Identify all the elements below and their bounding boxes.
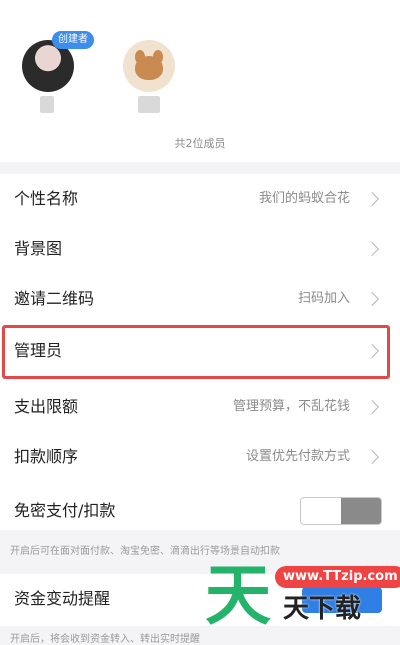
row-value: 我们的蚂蚁合花 — [258, 191, 350, 206]
row-label: 支出限额 — [14, 397, 79, 416]
members-section: 创建者 共2位成员 — [0, 0, 400, 162]
creator-badge: 创建者 — [52, 31, 94, 49]
fund-change-note: 开启后，将会收到资金转入、转出实时提醒 — [10, 634, 200, 645]
password-free-note: 开启后可在面对面付款、淘宝免密、滴滴出行等场景自动扣款 — [10, 546, 280, 557]
row-invite-qr[interactable]: 邀请二维码 扫码加入 — [0, 274, 400, 324]
watermark-text: 天下载 — [283, 594, 362, 624]
chevron-right-icon — [364, 291, 380, 307]
row-value: 扫码加入 — [297, 291, 350, 306]
row-label: 扣款顺序 — [14, 447, 79, 466]
chevron-right-icon — [364, 191, 380, 207]
row-payment-order[interactable]: 扣款顺序 设置优先付款方式 — [0, 432, 400, 482]
watermark-site: www.TTzip.com — [275, 566, 400, 588]
row-label: 资金变动提醒 — [14, 589, 111, 608]
row-value: 管理预算，不乱花钱 — [232, 399, 350, 414]
watermark-big-char: 天 — [205, 557, 271, 634]
member-avatar[interactable] — [123, 40, 175, 92]
row-label: 免密支付/扣款 — [14, 501, 116, 520]
admin-highlight-box — [2, 325, 390, 379]
row-label: 个性名称 — [14, 189, 79, 208]
row-background[interactable]: 背景图 — [0, 224, 400, 274]
toggle-knob — [341, 498, 381, 524]
row-label: 邀请二维码 — [14, 289, 95, 308]
member-name-blurred — [138, 96, 160, 113]
avatar-face-shape — [135, 56, 163, 80]
chevron-right-icon — [364, 241, 380, 257]
row-spending-limit[interactable]: 支出限额 管理预算，不乱花钱 — [0, 382, 400, 432]
chevron-right-icon — [364, 449, 380, 465]
site-watermark: 天 www.TTzip.com 天下载 — [205, 556, 400, 644]
row-label: 背景图 — [14, 239, 63, 258]
member-count: 共2位成员 — [174, 137, 226, 150]
chevron-right-icon — [364, 399, 380, 415]
row-value: 设置优先付款方式 — [245, 449, 350, 464]
creator-name-blurred — [40, 96, 54, 113]
row-nickname[interactable]: 个性名称 我们的蚂蚁合花 — [0, 174, 400, 224]
password-free-toggle[interactable] — [300, 497, 382, 525]
